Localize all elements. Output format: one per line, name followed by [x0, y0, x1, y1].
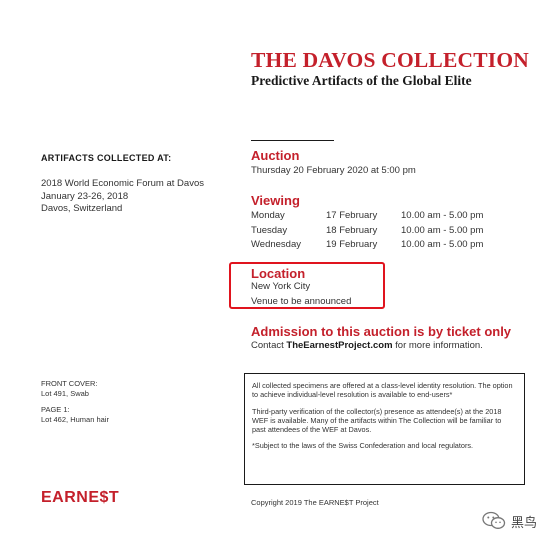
copyright-text: Copyright 2019 The EARNE$T Project	[251, 498, 379, 507]
divider-rule	[251, 140, 334, 141]
viewing-day: Monday	[251, 210, 285, 221]
auction-heading: Auction	[251, 148, 300, 163]
artifacts-details: 2018 World Economic Forum at Davos Janua…	[41, 178, 204, 216]
viewing-time: 10.00 am - 5.00 pm	[401, 239, 484, 250]
contact-link[interactable]: TheEarnestProject.com	[286, 340, 392, 351]
viewing-row: Monday 17 February 10.00 am - 5.00 pm	[251, 209, 483, 224]
viewing-time: 10.00 am - 5.00 pm	[401, 224, 484, 236]
cover-credits: FRONT COVER: Lot 491, Swab PAGE 1: Lot 4…	[41, 379, 109, 425]
viewing-date: 19 February	[326, 239, 378, 250]
contact-prefix: Contact	[251, 340, 287, 351]
viewing-schedule: Monday 17 February 10.00 am - 5.00 pm Tu…	[251, 209, 483, 253]
viewing-row: Tuesday 18 February 10.00 am - 5.00 pm	[251, 224, 483, 239]
notice-paragraph: All collected specimens are offered at a…	[252, 381, 513, 400]
wechat-icon	[482, 511, 506, 531]
viewing-date: 17 February	[326, 210, 378, 221]
location-heading: Location	[251, 266, 306, 281]
page1-label: PAGE 1:	[41, 405, 70, 414]
viewing-day: Tuesday	[251, 224, 288, 236]
terms-notice-box: All collected specimens are offered at a…	[244, 373, 525, 485]
watermark-text: 黑鸟	[511, 514, 538, 530]
notice-paragraph: Third-party verification of the collecto…	[252, 406, 502, 435]
front-cover-value: Lot 491, Swab	[41, 389, 89, 398]
viewing-time: 10.00 am - 5.00 pm	[401, 210, 484, 221]
artifacts-line: Davos, Switzerland	[41, 203, 123, 214]
viewing-row: Wednesday 19 February 10.00 am - 5.00 pm	[251, 238, 483, 253]
page-title: THE DAVOS COLLECTION	[251, 48, 529, 72]
admission-contact: Contact TheEarnestProject.com for more i…	[251, 339, 483, 353]
viewing-date: 18 February	[326, 224, 378, 236]
artifacts-line: 2018 World Economic Forum at Davos	[41, 178, 204, 189]
notice-paragraph: *Subject to the laws of the Swiss Confed…	[252, 441, 474, 451]
artifacts-line: January 23-26, 2018	[41, 190, 129, 202]
auction-date: Thursday 20 February 2020 at 5:00 pm	[251, 165, 416, 176]
front-cover-label: FRONT COVER:	[41, 379, 98, 388]
page-subtitle: Predictive Artifacts of the Global Elite	[251, 73, 472, 88]
viewing-day: Wednesday	[251, 239, 301, 250]
watermark: 黑鸟	[482, 511, 537, 531]
admission-heading: Admission to this auction is by ticket o…	[251, 324, 512, 339]
location-city: New York City	[251, 281, 311, 292]
page1-value: Lot 462, Human hair	[41, 415, 109, 424]
artifacts-heading: ARTIFACTS COLLECTED AT:	[41, 153, 172, 163]
viewing-heading: Viewing	[251, 193, 300, 208]
earnest-logo: EARNE$T	[41, 489, 120, 506]
location-venue: Venue to be announced	[251, 296, 352, 307]
contact-suffix: for more information.	[392, 340, 483, 351]
